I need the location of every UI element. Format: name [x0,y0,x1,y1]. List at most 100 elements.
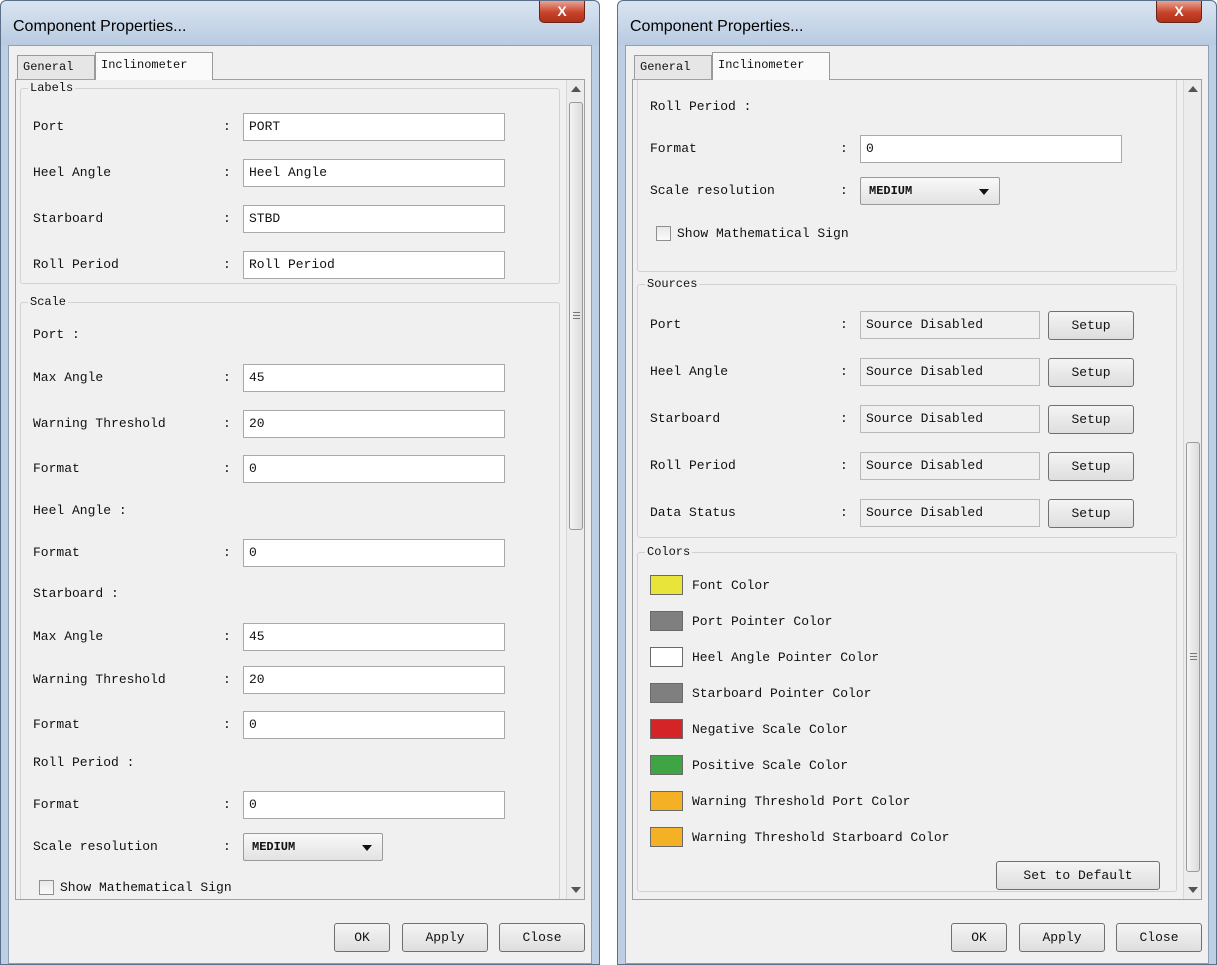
show-math-sign-checkbox[interactable]: Show Mathematical Sign [39,879,279,897]
port-max-angle-input[interactable]: 45 [243,364,505,392]
show-math-sign-checkbox[interactable]: Show Mathematical Sign [656,225,896,243]
vertical-scrollbar[interactable] [566,80,584,899]
scroll-down-arrow-icon[interactable] [1188,887,1198,893]
source-heel-angle-label: Heel Angle [650,364,729,379]
title-bar[interactable]: Component Properties... X [618,1,1216,45]
colon: : [223,119,231,134]
scroll-up-arrow-icon[interactable] [571,86,581,92]
window-close-button[interactable]: X [539,1,585,23]
source-port-label: Port [650,317,682,332]
source-heel-angle-setup-button[interactable]: Setup [1048,358,1134,387]
checkbox-box[interactable] [39,880,54,895]
grip-icon [1190,653,1197,660]
heel-angle-heading: Heel Angle : [33,503,127,518]
scrollbar-thumb[interactable] [569,102,583,530]
colon: : [223,545,231,560]
stbd-warning-threshold-label: Warning Threshold [33,672,166,687]
heel-angle-pointer-color-label: Heel Angle Pointer Color [692,650,880,665]
apply-button[interactable]: Apply [1019,923,1105,952]
tab-general[interactable]: General [634,55,712,79]
port-pointer-color-swatch[interactable] [650,611,683,631]
source-port-value: Source Disabled [860,311,1040,339]
source-roll-period-setup-button[interactable]: Setup [1048,452,1134,481]
starboard-pointer-color-swatch[interactable] [650,683,683,703]
apply-button[interactable]: Apply [402,923,488,952]
warning-threshold-starboard-color-label: Warning Threshold Starboard Color [692,830,950,845]
sources-group-legend: Sources [645,277,700,291]
colon: : [840,458,848,473]
port-warning-threshold-input[interactable]: 20 [243,410,505,438]
close-button[interactable]: Close [499,923,585,952]
roll-format-input[interactable]: 0 [860,135,1122,163]
component-properties-dialog-left: Component Properties... X General Inclin… [0,0,600,965]
colon: : [223,629,231,644]
label-starboard-input[interactable]: STBD [243,205,505,233]
scale-resolution-value: MEDIUM [869,184,913,198]
roll-format-input[interactable]: 0 [243,791,505,819]
stbd-max-angle-label: Max Angle [33,629,104,644]
colon: : [223,370,231,385]
source-starboard-setup-button[interactable]: Setup [1048,405,1134,434]
warning-threshold-port-color-label: Warning Threshold Port Color [692,794,911,809]
ok-button[interactable]: OK [334,923,390,952]
label-port-label: Port [33,119,65,134]
port-format-input[interactable]: 0 [243,455,505,483]
title-bar[interactable]: Component Properties... X [1,1,599,45]
starboard-heading: Starboard : [33,586,119,601]
port-pointer-color-label: Port Pointer Color [692,614,833,629]
colon: : [223,672,231,687]
window-title: Component Properties... [13,18,187,35]
colon: : [840,183,848,198]
stbd-format-input[interactable]: 0 [243,711,505,739]
stbd-format-label: Format [33,717,80,732]
colon: : [840,141,848,156]
chevron-down-icon [979,189,989,195]
port-heading: Port : [33,327,80,342]
checkbox-box[interactable] [656,226,671,241]
dialog-client-area: General Inclinometer Roll Period : Forma… [625,45,1209,964]
tab-general[interactable]: General [17,55,95,79]
heel-angle-pointer-color-swatch[interactable] [650,647,683,667]
scale-group: Scale Port : Max Angle : 45 Warning Thre… [20,295,560,899]
scroll-down-arrow-icon[interactable] [571,887,581,893]
scale-resolution-value: MEDIUM [252,840,296,854]
inclinometer-pane: Roll Period : Format : 0 Scale resolutio… [632,79,1202,900]
close-button[interactable]: Close [1116,923,1202,952]
stbd-max-angle-input[interactable]: 45 [243,623,505,651]
stbd-warning-threshold-input[interactable]: 20 [243,666,505,694]
tab-inclinometer[interactable]: Inclinometer [712,52,830,80]
scrollbar-thumb[interactable] [1186,442,1200,872]
heel-format-input[interactable]: 0 [243,539,505,567]
warning-threshold-starboard-color-swatch[interactable] [650,827,683,847]
scale-resolution-select[interactable]: MEDIUM [243,833,383,861]
negative-scale-color-swatch[interactable] [650,719,683,739]
window-close-button[interactable]: X [1156,1,1202,23]
scale-resolution-select[interactable]: MEDIUM [860,177,1000,205]
show-math-sign-label: Show Mathematical Sign [60,880,232,895]
label-heel-angle-input[interactable]: Heel Angle [243,159,505,187]
scale-resolution-label: Scale resolution [33,839,158,854]
warning-threshold-port-color-swatch[interactable] [650,791,683,811]
vertical-scrollbar[interactable] [1183,80,1201,899]
port-warning-threshold-label: Warning Threshold [33,416,166,431]
positive-scale-color-swatch[interactable] [650,755,683,775]
source-data-status-setup-button[interactable]: Setup [1048,499,1134,528]
labels-group-legend: Labels [28,81,76,95]
scale-resolution-label: Scale resolution [650,183,775,198]
label-roll-period-input[interactable]: Roll Period [243,251,505,279]
grip-icon [573,312,580,319]
ok-button[interactable]: OK [951,923,1007,952]
colon: : [840,505,848,520]
source-port-setup-button[interactable]: Setup [1048,311,1134,340]
tab-inclinometer[interactable]: Inclinometer [95,52,213,80]
scroll-up-arrow-icon[interactable] [1188,86,1198,92]
scale-group-legend: Scale [28,295,69,309]
set-to-default-button[interactable]: Set to Default [996,861,1160,890]
source-roll-period-label: Roll Period [650,458,736,473]
label-port-input[interactable]: PORT [243,113,505,141]
colors-group: Colors Font Color Port Pointer Color Hee… [637,545,1177,892]
negative-scale-color-label: Negative Scale Color [692,722,849,737]
starboard-pointer-color-label: Starboard Pointer Color [692,686,872,701]
font-color-swatch[interactable] [650,575,683,595]
colon: : [223,211,231,226]
